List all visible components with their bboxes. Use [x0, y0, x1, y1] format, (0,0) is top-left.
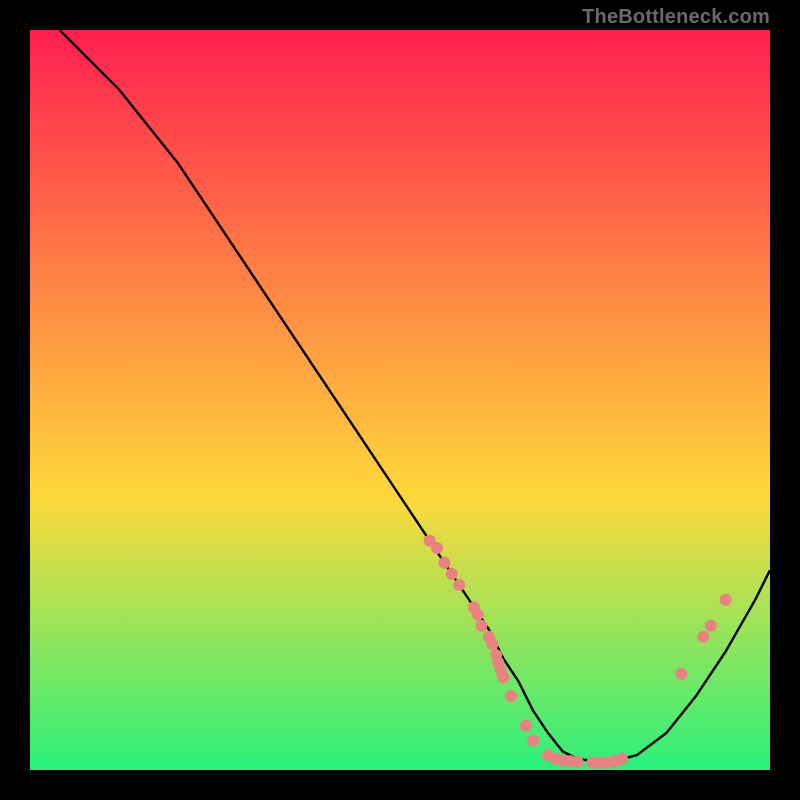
- curve-marker: [520, 720, 532, 732]
- watermark-text: TheBottleneck.com: [582, 6, 770, 29]
- curve-marker: [616, 753, 628, 765]
- bottom-green-band: [30, 757, 770, 770]
- chart-frame: [30, 30, 770, 770]
- curve-marker: [572, 756, 584, 768]
- bottleneck-chart: [30, 30, 770, 770]
- curve-marker: [472, 609, 484, 621]
- gradient-background: [30, 30, 770, 770]
- curve-marker: [675, 668, 687, 680]
- curve-marker: [475, 620, 487, 632]
- curve-marker: [431, 542, 443, 554]
- curve-marker: [453, 579, 465, 591]
- curve-marker: [487, 638, 499, 650]
- curve-marker: [527, 734, 539, 746]
- curve-marker: [446, 568, 458, 580]
- curve-marker: [720, 594, 732, 606]
- curve-marker: [438, 557, 450, 569]
- curve-marker: [697, 631, 709, 643]
- curve-marker: [505, 690, 517, 702]
- curve-marker: [705, 620, 717, 632]
- curve-marker: [498, 672, 510, 684]
